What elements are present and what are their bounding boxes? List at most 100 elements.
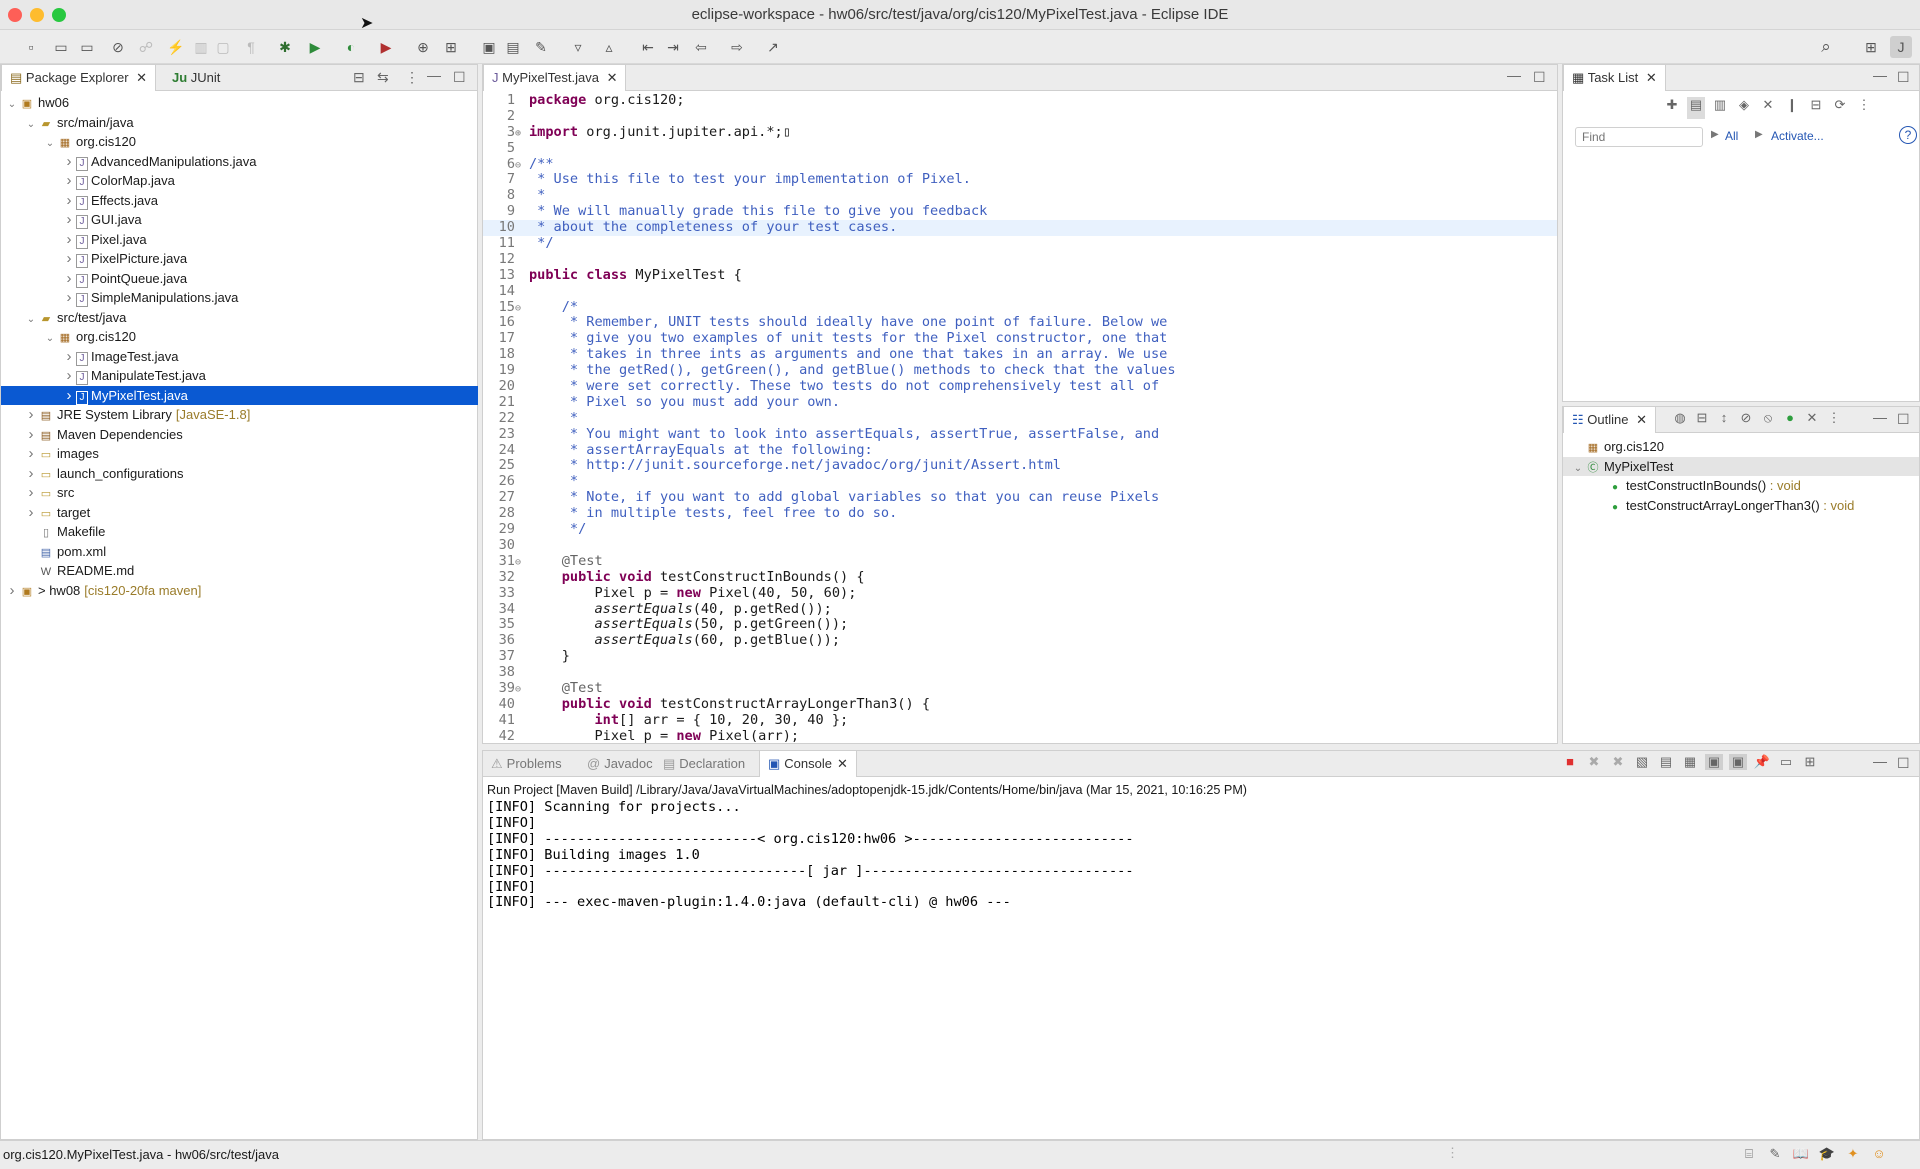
outline-item[interactable]: ⌄ Ⓒ MyPixelTest: [1563, 456, 1919, 479]
code-line[interactable]: 10 * about the completeness of your test…: [483, 219, 1557, 237]
chevron-down-icon[interactable]: ⌄: [5, 95, 19, 115]
wand-icon[interactable]: ✦: [1844, 1146, 1862, 1162]
forward-icon[interactable]: ⇥: [662, 36, 684, 58]
show-on-stderr-icon[interactable]: ▣: [1729, 754, 1747, 770]
outline-item[interactable]: ▦ org.cis120: [1563, 437, 1919, 457]
code-line[interactable]: 30: [483, 537, 1557, 554]
tab-declaration[interactable]: ▤ Declaration: [655, 751, 753, 777]
coverage-icon[interactable]: ◐: [340, 36, 362, 58]
back-arrow-icon[interactable]: ⇦: [690, 36, 712, 58]
chevron-right-icon[interactable]: ›: [24, 425, 38, 445]
code-line[interactable]: 14: [483, 283, 1557, 300]
learn-icon[interactable]: 🎓: [1818, 1146, 1836, 1162]
chevron-right-icon[interactable]: ›: [24, 444, 38, 464]
tree-item[interactable]: ⌄ ▰ src/main/java: [1, 113, 478, 133]
chevron-down-icon[interactable]: ⌄: [43, 329, 57, 349]
code-line[interactable]: 40 public void testConstructArrayLongerT…: [483, 696, 1557, 713]
code-line[interactable]: 19 * the getRed(), getGreen(), and getBl…: [483, 362, 1557, 379]
scroll-lock-icon[interactable]: ▤: [1657, 754, 1675, 770]
code-line[interactable]: 39⊖ @Test: [483, 680, 1557, 698]
collapse-fold-icon[interactable]: ⊖: [515, 555, 529, 571]
chevron-right-icon[interactable]: ›: [62, 288, 76, 308]
code-line[interactable]: 3⊕ import org.junit.jupiter.api.*;▯: [483, 124, 1557, 141]
word-wrap-icon[interactable]: ▦: [1681, 754, 1699, 770]
pin-editor-icon[interactable]: ↗: [762, 36, 784, 58]
run-icon[interactable]: ▶: [304, 36, 326, 58]
tab-junit[interactable]: Ju JUnit: [164, 65, 228, 91]
chevron-right-icon[interactable]: ›: [24, 405, 38, 425]
tree-item[interactable]: › ▭ images: [1, 444, 478, 464]
run-last-icon[interactable]: ⚡: [165, 36, 187, 58]
code-area[interactable]: 1 package org.cis120; 2 3⊕ import org.junit.…: [483, 93, 1557, 743]
code-line[interactable]: 7 * Use this file to test your implement…: [483, 172, 1557, 188]
tree-item[interactable]: ▯ Makefile: [1, 522, 478, 542]
code-line[interactable]: 42 Pixel p = new Pixel(arr);: [483, 728, 1557, 743]
pilcrow-icon[interactable]: ¶: [240, 36, 262, 58]
tree-item[interactable]: › J Effects.java: [1, 191, 478, 211]
chevron-down-icon[interactable]: ⌄: [1571, 459, 1585, 479]
chevron-right-icon[interactable]: ›: [24, 483, 38, 503]
code-line[interactable]: 13 public class MyPixelTest {: [483, 267, 1557, 284]
chevron-right-icon[interactable]: ›: [62, 230, 76, 250]
clear-console-icon[interactable]: ▧: [1633, 754, 1651, 770]
close-icon[interactable]: ✕: [1636, 412, 1647, 427]
chevron-down-icon[interactable]: ⌄: [43, 134, 57, 154]
open-console-icon[interactable]: ⊞: [1801, 754, 1819, 770]
code-line[interactable]: 16 * Remember, UNIT tests should ideally…: [483, 315, 1557, 331]
code-line[interactable]: 24 * assertArrayEquals at the following:: [483, 442, 1557, 459]
collapse-fold-icon[interactable]: ⊖: [515, 158, 529, 174]
skip-breakpoints-icon[interactable]: ⊘: [107, 36, 129, 58]
code-line[interactable]: 29 */: [483, 521, 1557, 538]
maximize-editor-icon[interactable]: ☐: [1533, 69, 1546, 86]
tree-item[interactable]: › J SimpleManipulations.java: [1, 288, 478, 308]
minimize-view-icon[interactable]: —: [1873, 67, 1887, 83]
minimize-view-icon[interactable]: —: [1873, 753, 1887, 769]
annotation-prev-icon[interactable]: ▵: [598, 36, 620, 58]
tree-item[interactable]: ⌄ ▣ hw06: [1, 93, 478, 113]
scheduled-icon[interactable]: ▥: [1711, 97, 1729, 119]
chevron-right-icon[interactable]: ›: [24, 464, 38, 484]
tree-item[interactable]: › ▭ src: [1, 483, 478, 503]
code-line[interactable]: 5: [483, 140, 1557, 157]
chevron-right-icon[interactable]: ›: [5, 581, 19, 601]
tree-item[interactable]: › ▤ JRE System Library [JavaSE-1.8]: [1, 405, 478, 425]
view-menu-icon[interactable]: ⋮: [405, 69, 419, 86]
new-class-icon[interactable]: ⊕: [412, 36, 434, 58]
chevron-right-icon[interactable]: ›: [62, 366, 76, 386]
chevron-down-icon[interactable]: ⌄: [24, 310, 38, 330]
external-tools-icon[interactable]: ▶: [375, 36, 397, 58]
code-line[interactable]: 25 * http://junit.sourceforge.net/javado…: [483, 458, 1557, 474]
remove-all-launches-icon[interactable]: ✖: [1609, 754, 1627, 770]
tab-problems[interactable]: ⚠ Problems: [483, 751, 570, 777]
open-type-icon[interactable]: ▣: [478, 36, 500, 58]
tree-item[interactable]: ⌄ ▦ org.cis120: [1, 132, 478, 152]
maximize-view-icon[interactable]: ☐: [1897, 411, 1910, 428]
tree-item[interactable]: ⌄ ▰ src/test/java: [1, 308, 478, 328]
focus-icon[interactable]: ❙: [1783, 97, 1801, 119]
search-icon[interactable]: ⌕: [1815, 36, 1837, 58]
chevron-right-icon[interactable]: ›: [62, 171, 76, 191]
tree-item[interactable]: › J Pixel.java: [1, 230, 478, 250]
chevron-right-icon[interactable]: ›: [62, 249, 76, 269]
java-perspective-icon[interactable]: J: [1890, 36, 1912, 58]
tab-package-explorer[interactable]: ▤ Package Explorer ✕: [1, 65, 157, 91]
tree-item[interactable]: › J GUI.java: [1, 210, 478, 230]
hide-completed-icon[interactable]: ✕: [1759, 97, 1777, 119]
view-menu-icon[interactable]: ⋮: [1855, 97, 1873, 119]
tree-item[interactable]: › ▣ > hw08 [cis120-20fa maven]: [1, 581, 478, 601]
code-line[interactable]: 34 assertEquals(40, p.getRed());: [483, 601, 1557, 618]
tree-item[interactable]: › J MyPixelTest.java: [1, 385, 478, 405]
collapse-fold-icon[interactable]: ⊖: [515, 682, 529, 698]
code-line[interactable]: 23 * You might want to look into assertE…: [483, 426, 1557, 443]
code-line[interactable]: 27 * Note, if you want to add global var…: [483, 489, 1557, 506]
collapse-fold-icon[interactable]: ⊖: [515, 301, 529, 317]
maximize-view-icon[interactable]: ☐: [453, 69, 466, 86]
tree-item[interactable]: › J ManipulateTest.java: [1, 366, 478, 386]
chevron-right-icon[interactable]: ›: [62, 152, 76, 172]
public-member-icon[interactable]: ●: [1781, 410, 1799, 426]
tip-icon[interactable]: ✎: [1766, 1146, 1784, 1162]
code-line[interactable]: 28 * in multiple tests, feel free to do …: [483, 505, 1557, 522]
tree-item[interactable]: › J AdvancedManipulations.java: [1, 152, 478, 172]
code-line[interactable]: 37 }: [483, 648, 1557, 665]
chevron-right-icon[interactable]: ›: [62, 191, 76, 211]
